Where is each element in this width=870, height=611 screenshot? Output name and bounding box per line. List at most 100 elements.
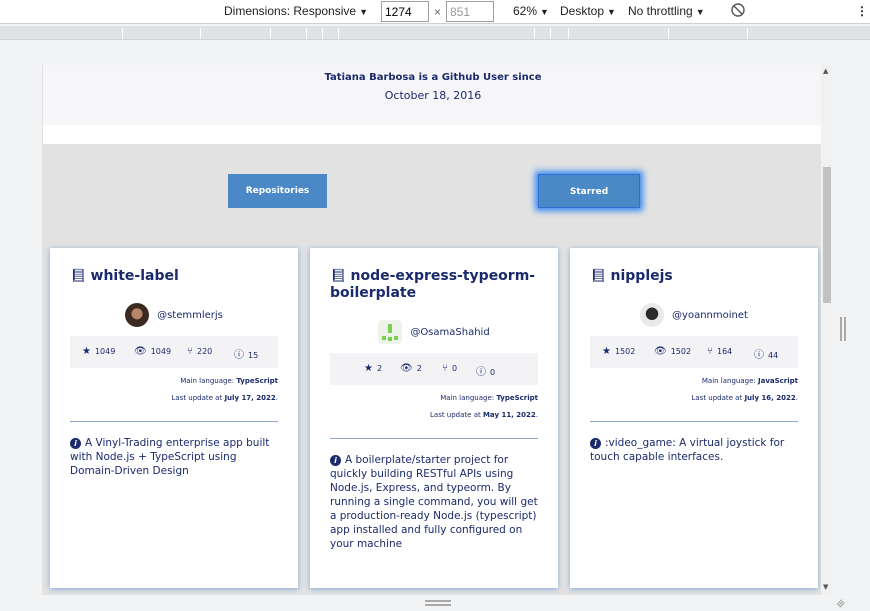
resize-handle-right[interactable]	[840, 317, 846, 341]
owner-username: @OsamaShahid	[410, 327, 490, 338]
issue-icon: ⓘ	[234, 350, 244, 361]
stars-stat: ★ 1049	[82, 346, 115, 357]
update-date: July 16, 2022	[744, 394, 796, 402]
forks-stat: ⑂ 164	[707, 346, 732, 357]
scrollbar-thumb[interactable]	[823, 167, 831, 303]
issues-count: 44	[768, 351, 779, 360]
caret-down-icon: ▼	[359, 7, 368, 17]
card-divider	[70, 421, 278, 422]
repo-stats: ★ 1049 👁︎ 1049 ⑂ 220 ⓘ 15	[70, 336, 278, 368]
caret-down-icon: ▼	[607, 7, 616, 17]
repo-card[interactable]: 📘︎ white-label @stemmlerjs ★ 1049 👁︎ 1049 ⑂…	[50, 248, 298, 588]
repo-description: i:video_game: A virtual joystick for tou…	[590, 436, 802, 464]
page-viewport: Tatiana Barbosa is a Github User since O…	[42, 65, 822, 595]
stars-stat: ★ 1502	[602, 346, 635, 357]
book-icon: 📘︎	[330, 269, 347, 284]
media-query-ruler[interactable]	[0, 26, 870, 40]
dimension-separator: ×	[434, 5, 442, 19]
repo-owner[interactable]: @stemmlerjs	[50, 303, 298, 327]
zoom-dropdown[interactable]: 62% ▼	[513, 4, 549, 18]
scroll-down-icon[interactable]: ▼	[823, 583, 828, 591]
avatar	[378, 320, 403, 344]
device-label: Desktop	[560, 4, 605, 18]
scroll-up-icon[interactable]: ▲	[823, 67, 828, 75]
last-update: Last update at May 11, 2022.	[430, 411, 538, 419]
watchers-stat: 👁︎ 2	[400, 363, 422, 374]
fork-icon: ⑂	[442, 363, 448, 374]
forks-count: 164	[717, 347, 733, 356]
repo-description: iA boilerplate/starter project for quick…	[330, 453, 542, 551]
main-language-label: Main language:	[701, 377, 758, 385]
info-icon: i	[590, 438, 601, 449]
repo-owner[interactable]: @OsamaShahid	[310, 320, 558, 344]
more-options-icon[interactable]: ⋮	[856, 4, 868, 18]
page-scrollbar[interactable]: ▲ ▼	[821, 65, 833, 595]
star-icon: ★	[364, 363, 373, 374]
main-language: Main language: TypeScript	[440, 394, 538, 402]
issues-stat: ⓘ 0	[476, 363, 495, 378]
fork-icon: ⑂	[187, 346, 193, 357]
card-divider	[330, 438, 538, 439]
stars-count: 1502	[614, 347, 636, 356]
repo-description: iA Vinyl-Trading enterprise app built wi…	[70, 436, 282, 478]
main-language: Main language: JavaScript	[702, 377, 798, 385]
issues-stat: ⓘ 44	[754, 346, 778, 361]
user-since-block: Tatiana Barbosa is a Github User since O…	[43, 65, 822, 125]
repo-title[interactable]: 📘︎ white-label	[70, 268, 280, 285]
last-update-label: Last update at	[171, 394, 225, 402]
language-value: TypeScript	[236, 377, 278, 385]
throttling-dropdown[interactable]: No throttling ▼	[628, 4, 705, 18]
owner-username: @yoannmoinet	[672, 310, 748, 321]
stars-count: 2	[376, 364, 383, 373]
last-update: Last update at July 17, 2022.	[171, 394, 278, 402]
issue-icon: ⓘ	[476, 367, 486, 378]
watchers-stat: 👁︎ 1502	[654, 346, 691, 357]
issues-count: 15	[248, 351, 259, 360]
main-language: Main language: TypeScript	[180, 377, 278, 385]
repo-title[interactable]: 📘︎ node-express-typeorm-boilerplate	[330, 268, 540, 302]
watchers-count: 1049	[150, 347, 172, 356]
dimensions-dropdown[interactable]: Dimensions: Responsive ▼	[224, 4, 368, 18]
starred-tab-button[interactable]: Starred	[538, 174, 640, 208]
description-text: A Vinyl-Trading enterprise app built wit…	[70, 437, 270, 477]
description-text: :video_game: A virtual joystick for touc…	[590, 437, 785, 463]
repo-card[interactable]: 📘︎ node-express-typeorm-boilerplate @Osam…	[310, 248, 558, 588]
main-language-label: Main language:	[180, 377, 237, 385]
avatar	[640, 303, 665, 327]
repo-card[interactable]: 📘︎ nipplejs @yoannmoinet ★ 1502 👁︎ 1502 ⑂ 16…	[570, 248, 818, 588]
book-icon: 📘︎	[70, 269, 87, 284]
book-icon: 📘︎	[590, 269, 607, 284]
owner-username: @stemmlerjs	[157, 310, 223, 321]
watchers-stat: 👁︎ 1049	[134, 346, 171, 357]
last-update: Last update at July 16, 2022.	[691, 394, 798, 402]
rotate-icon[interactable]	[730, 2, 746, 21]
stars-stat: ★ 2	[364, 363, 382, 374]
star-icon: ★	[602, 346, 611, 357]
update-date: May 11, 2022	[482, 411, 536, 419]
height-input[interactable]	[446, 1, 494, 22]
repo-title[interactable]: 📘︎ nipplejs	[590, 268, 800, 285]
watchers-count: 2	[416, 364, 422, 373]
caret-down-icon: ▼	[695, 7, 705, 17]
avatar	[125, 303, 150, 327]
device-dropdown[interactable]: Desktop ▼	[560, 4, 616, 18]
repo-owner[interactable]: @yoannmoinet	[570, 303, 818, 327]
info-icon: i	[70, 438, 81, 449]
last-update-label: Last update at	[430, 411, 483, 419]
fork-icon: ⑂	[707, 346, 713, 357]
resize-corner-icon[interactable]: ≡	[833, 596, 849, 611]
dimensions-label: Dimensions: Responsive	[224, 4, 357, 18]
device-toolbar: Dimensions: Responsive▼ × 62%▼ Desktop▼ …	[0, 0, 870, 24]
repo-name: nipplejs	[610, 268, 673, 284]
description-text: A boilerplate/starter project for quickl…	[330, 454, 538, 550]
user-since-title: Tatiana Barbosa is a Github User since	[324, 72, 542, 83]
resize-handle-bottom[interactable]	[425, 600, 451, 606]
width-input[interactable]	[381, 1, 429, 22]
eye-icon: 👁︎	[400, 363, 413, 374]
eye-icon: 👁︎	[134, 346, 147, 357]
last-update-label: Last update at	[691, 394, 745, 402]
watchers-count: 1502	[670, 347, 692, 356]
user-since-date: October 18, 2016	[384, 89, 482, 102]
repositories-tab-button[interactable]: Repositories	[228, 174, 327, 208]
repo-stats: ★ 1502 👁︎ 1502 ⑂ 164 ⓘ 44	[590, 336, 798, 368]
